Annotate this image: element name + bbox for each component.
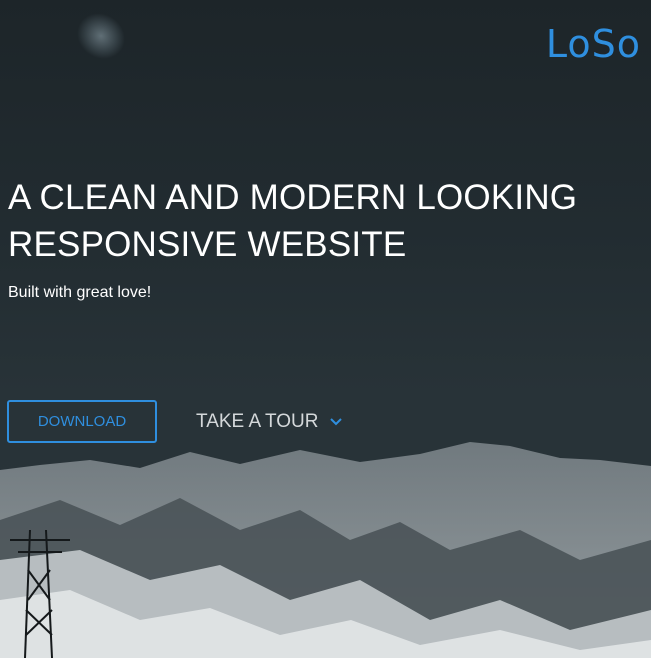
logo[interactable]: LoSo: [546, 22, 641, 66]
take-a-tour-link[interactable]: TAKE A TOUR: [196, 410, 343, 434]
hero-subtitle: Built with great love!: [8, 284, 152, 301]
lens-flare: [67, 3, 135, 69]
headline-line-2: RESPONSIVE WEBSITE: [8, 225, 407, 264]
download-button[interactable]: DOWNLOAD: [7, 400, 157, 443]
hero-headline: A CLEAN AND MODERN LOOKING RESPONSIVE WE…: [8, 174, 577, 268]
chevron-down-icon: [329, 418, 342, 426]
take-a-tour-label: TAKE A TOUR: [196, 411, 319, 432]
mountain-background: [0, 442, 651, 658]
headline-line-1: A CLEAN AND MODERN LOOKING: [8, 178, 578, 217]
hero-section: LoSo A CLEAN AND MODERN LOOKING RESPONSI…: [0, 0, 651, 658]
download-button-label: DOWNLOAD: [37, 413, 127, 430]
